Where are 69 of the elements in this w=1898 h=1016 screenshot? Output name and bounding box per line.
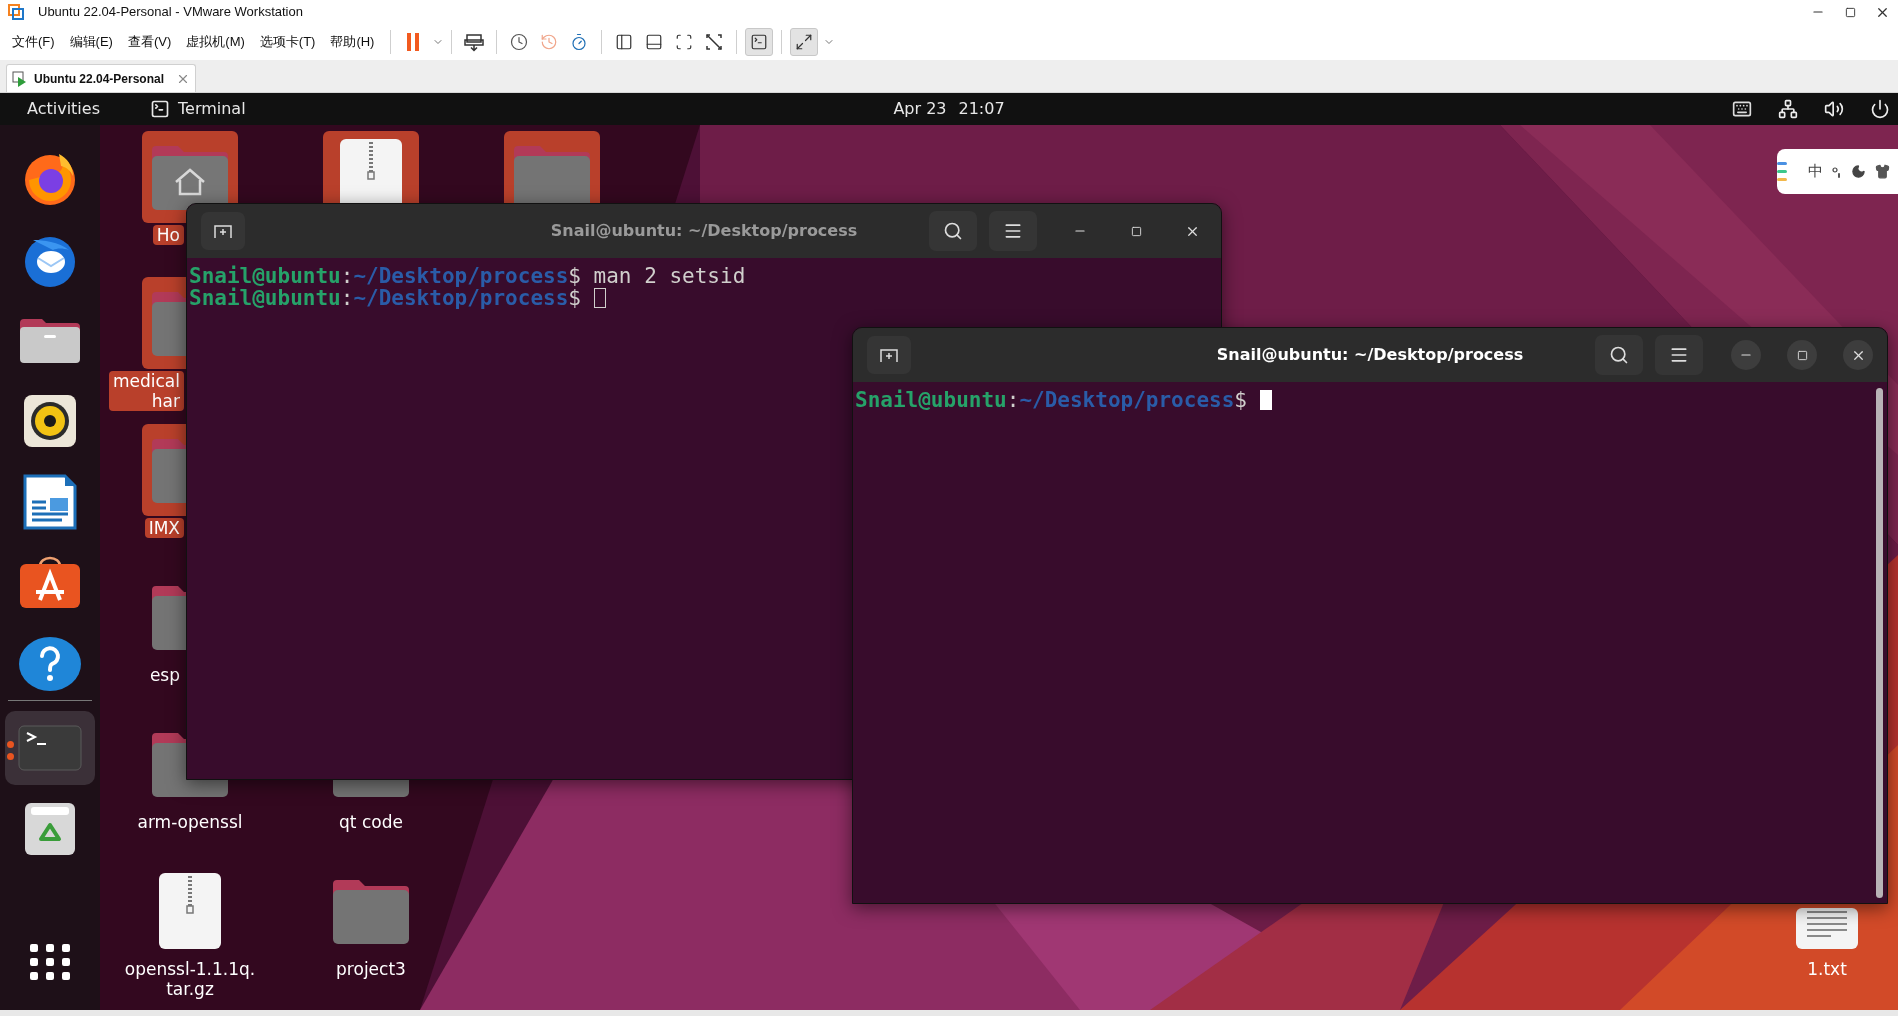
toolbar-button[interactable] <box>790 28 819 56</box>
punctuation-icon[interactable] <box>1832 165 1842 178</box>
recycle-bin-icon <box>23 801 77 857</box>
prompt-line: Snail@ubuntu:~/Desktop/process$ <box>855 389 1247 411</box>
close-button[interactable] <box>1843 340 1873 370</box>
search-icon <box>943 221 963 241</box>
prompt-line: Snail@ubuntu:~/Desktop/process$ man 2 setsid <box>189 265 746 287</box>
keyboard-icon[interactable] <box>1732 99 1752 119</box>
activities-button[interactable]: Activities <box>27 97 100 121</box>
file-label[interactable]: Ho <box>152 225 184 245</box>
shopping-bag-icon <box>18 556 82 610</box>
color-bars-icon <box>1777 160 1787 183</box>
question-mark-icon <box>18 636 82 692</box>
app-grid-icon <box>28 943 72 981</box>
running-dots-icon <box>7 741 14 760</box>
clock-button[interactable]: Apr 23 21:07 <box>893 97 1005 121</box>
prompt-line: Snail@ubuntu:~/Desktop/process$ <box>189 287 581 309</box>
time-text: 21:07 <box>958 98 1005 120</box>
date-text: Apr 23 <box>893 98 947 120</box>
file-label[interactable]: 1.txt <box>1803 959 1851 979</box>
menu-item[interactable]: 虚拟机(M) <box>180 32 251 52</box>
maximize-button[interactable] <box>1787 340 1817 370</box>
tab-plus-icon <box>880 347 898 363</box>
file-label[interactable]: qt code <box>335 812 407 832</box>
window-title: Ubuntu 22.04-Personal - VMware Workstation <box>38 3 303 22</box>
maximize-icon <box>1844 6 1856 18</box>
search-button[interactable] <box>1595 335 1643 375</box>
tab-plus-icon <box>214 223 232 239</box>
file-label[interactable]: medical har <box>108 371 184 411</box>
file-label[interactable]: openssl-1.1.1q. tar.gz <box>120 959 260 999</box>
vm-tab[interactable]: Ubuntu 22.04-Personal <box>6 64 197 92</box>
file-label[interactable]: IMX <box>144 518 184 538</box>
scrollbar[interactable] <box>1876 388 1883 898</box>
vm-play-icon <box>12 70 28 87</box>
input-mode-text[interactable]: 中 <box>1808 160 1823 183</box>
document-icon <box>23 474 77 530</box>
window-title: Snail@ubuntu: ~/Desktop/process <box>550 220 858 242</box>
search-button[interactable] <box>929 211 977 251</box>
menu-item[interactable]: 选项卡(T) <box>253 32 322 52</box>
menu-icon <box>1003 221 1023 241</box>
terminal-icon <box>18 725 82 771</box>
maximize-icon <box>1130 225 1142 237</box>
speaker-icon <box>23 394 77 448</box>
new-tab-button[interactable] <box>201 212 245 250</box>
menu-icon <box>1669 345 1689 365</box>
menu-button[interactable] <box>1655 335 1703 375</box>
menu-item[interactable]: 查看(V) <box>121 32 178 52</box>
menu-item[interactable]: 编辑(E) <box>63 32 119 52</box>
maximize-icon <box>1796 349 1808 361</box>
text-file-icon <box>1795 908 1859 950</box>
volume-icon[interactable] <box>1824 99 1844 119</box>
window-title: Snail@ubuntu: ~/Desktop/process <box>1216 344 1524 366</box>
file-label[interactable]: project3 <box>332 959 410 979</box>
menu-item[interactable]: 帮助(H) <box>324 32 381 52</box>
moon-icon[interactable] <box>1851 164 1866 179</box>
new-tab-button[interactable] <box>867 336 911 374</box>
power-icon[interactable] <box>1870 99 1890 119</box>
search-icon <box>1609 345 1629 365</box>
toolbar-button[interactable] <box>745 28 774 56</box>
menu-button[interactable] <box>989 211 1037 251</box>
shirt-icon[interactable] <box>1875 164 1890 179</box>
app-menu-button[interactable]: Terminal <box>150 97 246 121</box>
menu-item[interactable]: 文件(F) <box>6 32 61 52</box>
zip-file-icon <box>158 872 222 950</box>
file-label[interactable]: arm-openssl <box>133 812 247 832</box>
app-logo-icon <box>8 4 24 20</box>
terminal-icon <box>150 99 170 119</box>
file-label[interactable]: esp <box>145 665 184 685</box>
network-icon[interactable] <box>1778 99 1798 119</box>
